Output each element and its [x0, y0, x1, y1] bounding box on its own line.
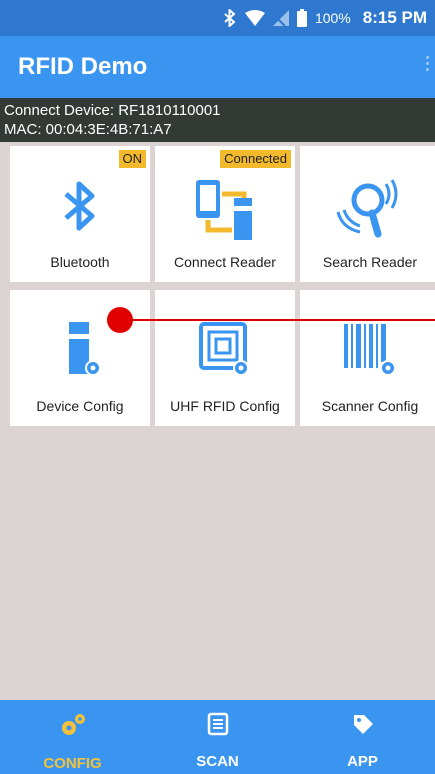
app-bar: RFID Demo	[0, 36, 435, 98]
status-badge: Connected	[220, 150, 291, 168]
overflow-menu-icon[interactable]	[426, 56, 429, 71]
tile-search-reader[interactable]: Search Reader	[300, 146, 435, 282]
bluetooth-icon	[10, 176, 150, 256]
tile-bluetooth[interactable]: ON Bluetooth	[10, 146, 150, 282]
tile-label: Search Reader	[322, 254, 418, 270]
tile-label: Connect Reader	[174, 254, 276, 270]
pointer-line	[120, 319, 435, 321]
nav-app[interactable]: APP	[290, 700, 435, 774]
connect-device-text: Connect Device: RF1810110001	[4, 102, 221, 119]
tile-connect-reader[interactable]: Connected Connect Reader	[155, 146, 295, 282]
nav-label: SCAN	[196, 753, 239, 770]
tile-uhf-rfid-config[interactable]: UHF RFID Config	[155, 290, 295, 426]
status-bar: 100% 8:15 PM	[0, 0, 435, 36]
gears-icon	[59, 712, 87, 743]
nav-scan[interactable]: SCAN	[145, 700, 290, 774]
bottom-nav: CONFIG SCAN APP	[0, 700, 435, 774]
clock: 8:15 PM	[362, 8, 427, 27]
mac-address-text: MAC: 00:04:3E:4B:71:A7	[4, 121, 172, 138]
nav-label: CONFIG	[43, 755, 102, 772]
status-badge: ON	[118, 150, 146, 168]
rfid-config-icon	[155, 320, 295, 400]
wifi-icon	[244, 10, 265, 26]
tile-scanner-config[interactable]: Scanner Config	[300, 290, 435, 426]
battery-icon	[296, 9, 307, 27]
battery-percent: 100%	[314, 10, 351, 26]
connect-reader-icon	[155, 176, 295, 256]
bluetooth-icon	[223, 9, 237, 27]
list-icon	[207, 712, 229, 741]
device-config-icon	[10, 320, 150, 400]
nav-label: APP	[347, 753, 378, 770]
tile-label: Scanner Config	[321, 398, 419, 414]
pointer-dot	[107, 307, 133, 333]
tile-label: Device Config	[36, 398, 124, 414]
no-signal-icon	[272, 10, 289, 26]
search-reader-icon	[300, 176, 435, 256]
scanner-config-icon	[300, 320, 435, 400]
device-info-bar: Connect Device: RF1810110001 MAC: 00:04:…	[0, 98, 435, 142]
tile-label: Bluetooth	[50, 254, 110, 270]
app-tag-icon	[351, 712, 375, 741]
app-title: RFID Demo	[18, 53, 148, 80]
nav-config[interactable]: CONFIG	[0, 700, 145, 774]
tile-label: UHF RFID Config	[170, 398, 280, 414]
